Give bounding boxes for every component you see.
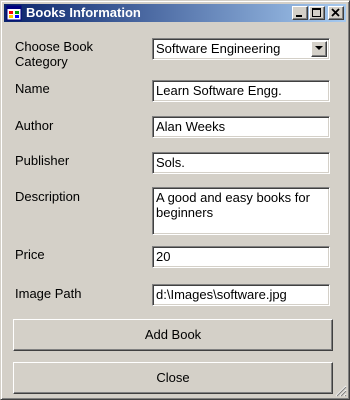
name-label: Name bbox=[15, 81, 50, 96]
app-window-icon bbox=[6, 5, 22, 21]
category-select[interactable]: Software Engineering bbox=[152, 38, 330, 60]
description-field[interactable]: A good and easy books for beginners bbox=[152, 187, 330, 235]
category-label-line2: Category bbox=[15, 54, 68, 69]
title-bar[interactable]: Books Information bbox=[4, 4, 346, 22]
category-label-line1: Choose Book bbox=[15, 39, 94, 54]
category-select-value: Software Engineering bbox=[156, 41, 281, 56]
window-title: Books Information bbox=[26, 5, 141, 20]
description-label: Description bbox=[15, 189, 81, 204]
author-field[interactable]: Alan Weeks bbox=[152, 116, 330, 138]
price-label: Price bbox=[15, 247, 45, 262]
add-book-button[interactable]: Add Book bbox=[13, 319, 333, 351]
close-button[interactable]: Close bbox=[13, 362, 333, 394]
image-path-label: Image Path bbox=[15, 286, 82, 301]
price-field[interactable]: 20 bbox=[152, 246, 330, 268]
minimize-icon bbox=[296, 15, 302, 17]
close-icon bbox=[331, 8, 340, 17]
name-field[interactable]: Learn Software Engg. bbox=[152, 80, 330, 102]
image-path-field[interactable]: d:\Images\software.jpg bbox=[152, 284, 330, 306]
publisher-field[interactable]: Sols. bbox=[152, 152, 330, 174]
category-label: Choose Book Category bbox=[15, 39, 93, 69]
minimize-button[interactable] bbox=[292, 6, 308, 20]
maximize-icon bbox=[312, 8, 321, 17]
publisher-label: Publisher bbox=[15, 153, 70, 168]
books-information-window: Books Information Choose Book Category S… bbox=[0, 0, 350, 400]
maximize-button[interactable] bbox=[309, 6, 325, 20]
chevron-down-icon bbox=[315, 46, 323, 50]
author-label: Author bbox=[15, 118, 54, 133]
close-window-button[interactable] bbox=[328, 6, 344, 20]
category-dropdown-button[interactable] bbox=[311, 41, 327, 57]
resize-grip-icon[interactable] bbox=[335, 385, 347, 397]
